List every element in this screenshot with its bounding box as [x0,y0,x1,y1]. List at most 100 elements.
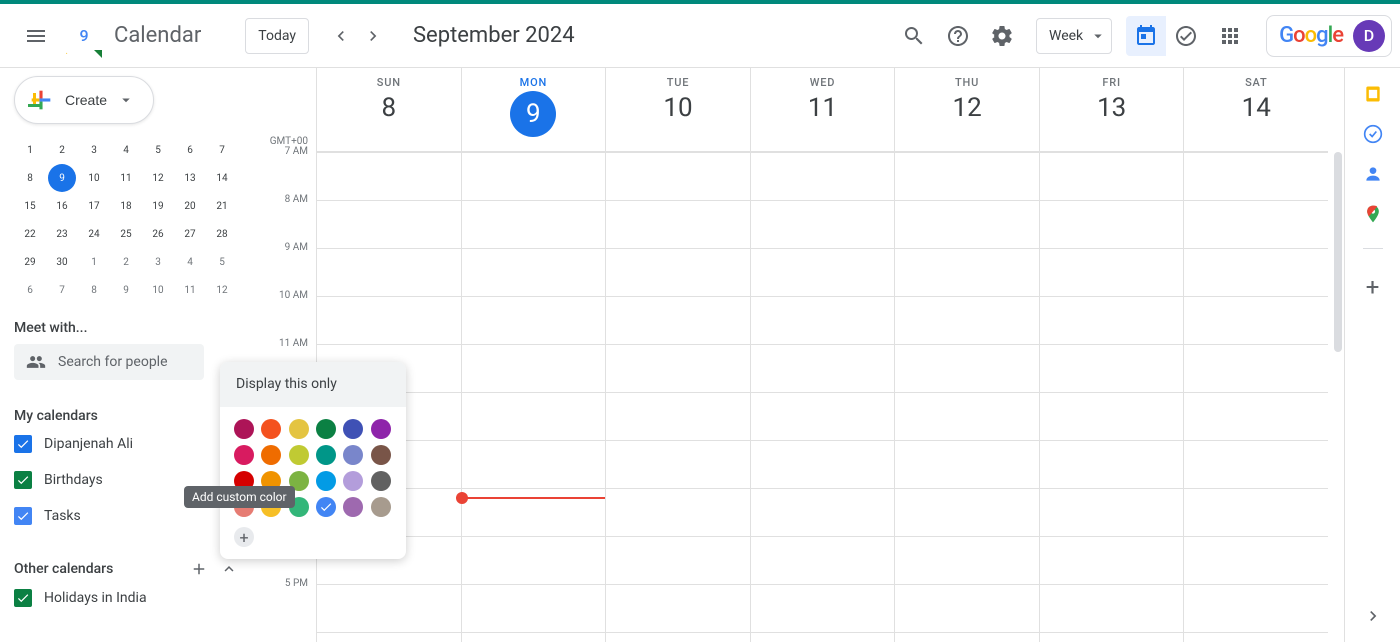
app-logo[interactable]: 9 Calendar [64,16,201,56]
mini-cal-day[interactable]: 21 [208,192,236,220]
apps-icon[interactable] [1210,16,1250,56]
mini-cal-day[interactable]: 12 [208,276,236,304]
other-calendars-header[interactable]: Other calendars [14,561,113,577]
day-header[interactable]: TUE10 [606,68,751,151]
mini-cal-day[interactable]: 24 [80,220,108,248]
mini-cal-day[interactable]: 27 [176,220,204,248]
mini-cal-day[interactable]: 19 [144,192,172,220]
display-only-option[interactable]: Display this only [220,362,406,407]
mini-cal-day[interactable]: 7 [48,276,76,304]
mini-cal-day[interactable]: 28 [208,220,236,248]
day-column[interactable] [895,152,1040,642]
day-header[interactable]: SUN8 [317,68,462,151]
mini-cal-day[interactable]: 8 [16,164,44,192]
add-custom-color-button[interactable]: + [234,527,254,547]
mini-cal-day[interactable]: 11 [112,164,140,192]
create-button[interactable]: Create [14,76,154,124]
maps-icon[interactable] [1363,204,1383,224]
day-header[interactable]: FRI13 [1040,68,1185,151]
mini-cal-day[interactable]: 14 [208,164,236,192]
mini-cal-day[interactable]: 5 [144,136,172,164]
mini-cal-day[interactable]: 29 [16,248,44,276]
mini-cal-day[interactable]: 18 [112,192,140,220]
mini-cal-day[interactable]: 17 [80,192,108,220]
color-swatch[interactable] [316,445,336,465]
contacts-icon[interactable] [1363,164,1383,184]
mini-cal-day[interactable]: 3 [80,136,108,164]
mini-cal-day[interactable]: 9 [112,276,140,304]
calendar-checkbox[interactable] [14,435,32,453]
mini-cal-day[interactable]: 15 [16,192,44,220]
color-swatch[interactable] [289,445,309,465]
mini-cal-day[interactable]: 12 [144,164,172,192]
calendar-view-toggle[interactable] [1126,16,1166,56]
add-addon-icon[interactable]: + [1366,273,1380,301]
mini-cal-day[interactable]: 3 [144,248,172,276]
hide-panel-icon[interactable] [1363,606,1383,630]
add-calendar-icon[interactable] [190,560,208,578]
avatar[interactable]: D [1353,20,1385,52]
tasks-view-toggle[interactable] [1166,16,1206,56]
google-account[interactable]: Google D [1266,15,1392,57]
mini-cal-day[interactable]: 4 [112,136,140,164]
menu-icon[interactable] [12,12,60,60]
mini-cal-day[interactable]: 16 [48,192,76,220]
day-header[interactable]: SAT14 [1184,68,1328,151]
view-selector[interactable]: Week [1036,18,1112,54]
mini-cal-day[interactable]: 2 [112,248,140,276]
search-people-input[interactable]: Search for people [14,344,204,380]
mini-cal-day[interactable]: 10 [80,164,108,192]
mini-cal-day[interactable]: 9 [48,164,76,192]
color-swatch[interactable] [343,419,363,439]
color-swatch[interactable] [316,471,336,491]
mini-cal-day[interactable]: 2 [48,136,76,164]
mini-cal-day[interactable]: 1 [80,248,108,276]
search-icon[interactable] [894,16,934,56]
color-swatch[interactable] [371,445,391,465]
mini-cal-day[interactable]: 13 [176,164,204,192]
mini-cal-day[interactable]: 25 [112,220,140,248]
mini-cal-day[interactable]: 6 [16,276,44,304]
color-swatch[interactable] [234,419,254,439]
mini-cal-day[interactable]: 7 [208,136,236,164]
day-column[interactable] [1040,152,1185,642]
keep-icon[interactable] [1363,84,1383,104]
color-swatch[interactable] [261,445,281,465]
mini-cal-day[interactable]: 23 [48,220,76,248]
mini-cal-day[interactable]: 4 [176,248,204,276]
calendar-checkbox[interactable] [14,471,32,489]
mini-cal-day[interactable]: 1 [16,136,44,164]
calendar-checkbox[interactable] [14,589,32,607]
day-column[interactable] [462,152,607,642]
color-swatch[interactable] [371,497,391,517]
mini-cal-day[interactable]: 20 [176,192,204,220]
color-swatch[interactable] [316,419,336,439]
today-button[interactable]: Today [245,18,309,54]
mini-cal-day[interactable]: 6 [176,136,204,164]
prev-week-button[interactable] [325,20,357,52]
tasks-icon[interactable] [1363,124,1383,144]
color-swatch[interactable] [289,419,309,439]
color-swatch[interactable] [261,419,281,439]
mini-cal-day[interactable]: 30 [48,248,76,276]
color-swatch[interactable] [371,419,391,439]
day-column[interactable] [606,152,751,642]
color-swatch[interactable] [343,471,363,491]
calendar-item[interactable]: Holidays in India [14,582,256,614]
calendar-checkbox[interactable] [14,507,32,525]
collapse-icon[interactable] [220,560,238,578]
color-swatch[interactable] [316,497,336,517]
color-swatch[interactable] [343,445,363,465]
color-swatch[interactable] [234,445,254,465]
mini-cal-day[interactable]: 26 [144,220,172,248]
mini-cal-day[interactable]: 8 [80,276,108,304]
day-header[interactable]: MON9 [462,68,607,151]
settings-icon[interactable] [982,16,1022,56]
color-swatch[interactable] [371,471,391,491]
mini-cal-day[interactable]: 11 [176,276,204,304]
day-header[interactable]: THU12 [895,68,1040,151]
mini-cal-day[interactable]: 10 [144,276,172,304]
color-swatch[interactable] [343,497,363,517]
scrollbar[interactable] [1328,68,1344,642]
mini-calendar[interactable]: 1234567891011121314151617181920212223242… [14,136,238,304]
